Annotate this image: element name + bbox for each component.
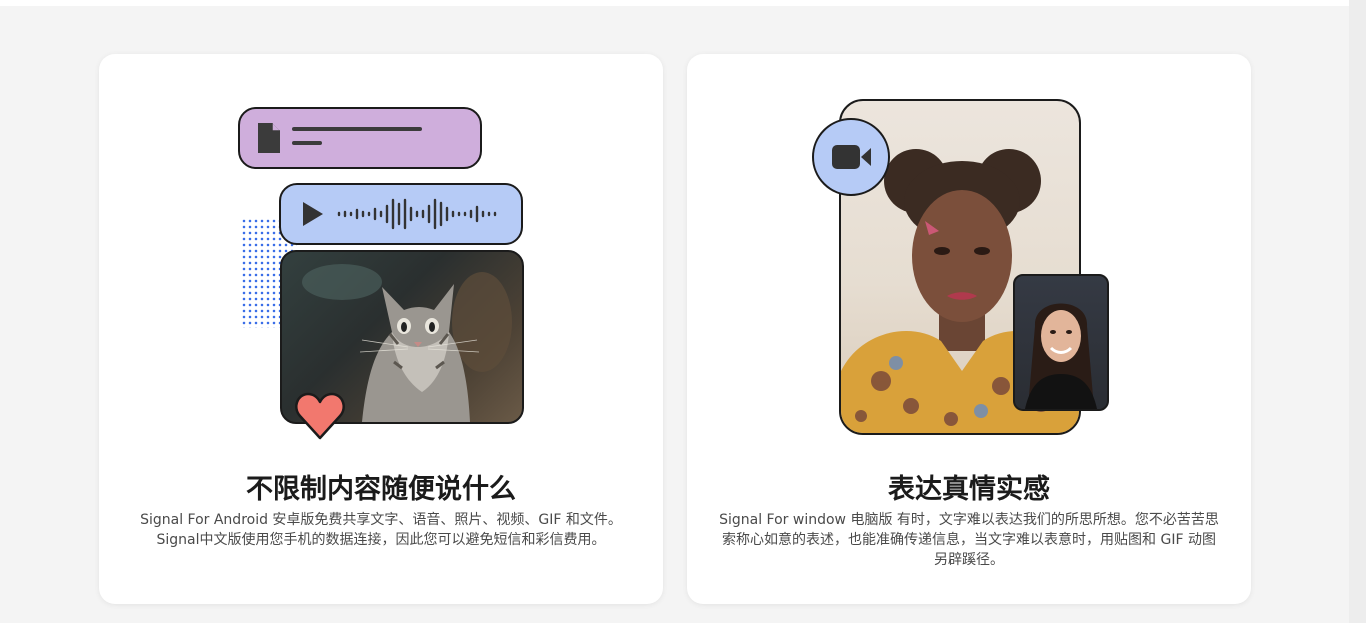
- feature-card-expression: 表达真情实感 Signal For window 电脑版 有时，文字难以表达我们…: [687, 54, 1251, 604]
- file-message-bubble: [238, 107, 482, 169]
- waveform: [337, 198, 497, 230]
- heart-icon: [295, 392, 345, 440]
- page-scrollbar[interactable]: [1349, 0, 1366, 623]
- video-call-button: [812, 118, 890, 196]
- card-description: Signal For Android 安卓版免费共享文字、语音、照片、视频、GI…: [140, 512, 622, 548]
- card-title: 表达真情实感: [888, 474, 1050, 505]
- messaging-illustration: [99, 54, 663, 454]
- video-call-illustration: [687, 54, 1251, 454]
- self-view-portrait: [1013, 274, 1109, 411]
- feature-card-messaging: 不限制内容随便说什么 Signal For Android 安卓版免费共享文字、…: [99, 54, 663, 604]
- card-description: Signal For window 电脑版 有时，文字难以表达我们的所思所想。您…: [719, 512, 1219, 568]
- file-name-line: [292, 127, 422, 131]
- video-camera-icon: [832, 145, 871, 169]
- top-bar: [0, 0, 1349, 6]
- card-title: 不限制内容随便说什么: [246, 474, 516, 505]
- file-size-line: [292, 141, 322, 145]
- voice-message-bubble: [279, 183, 523, 245]
- file-icon: [258, 123, 280, 153]
- play-icon: [303, 202, 323, 226]
